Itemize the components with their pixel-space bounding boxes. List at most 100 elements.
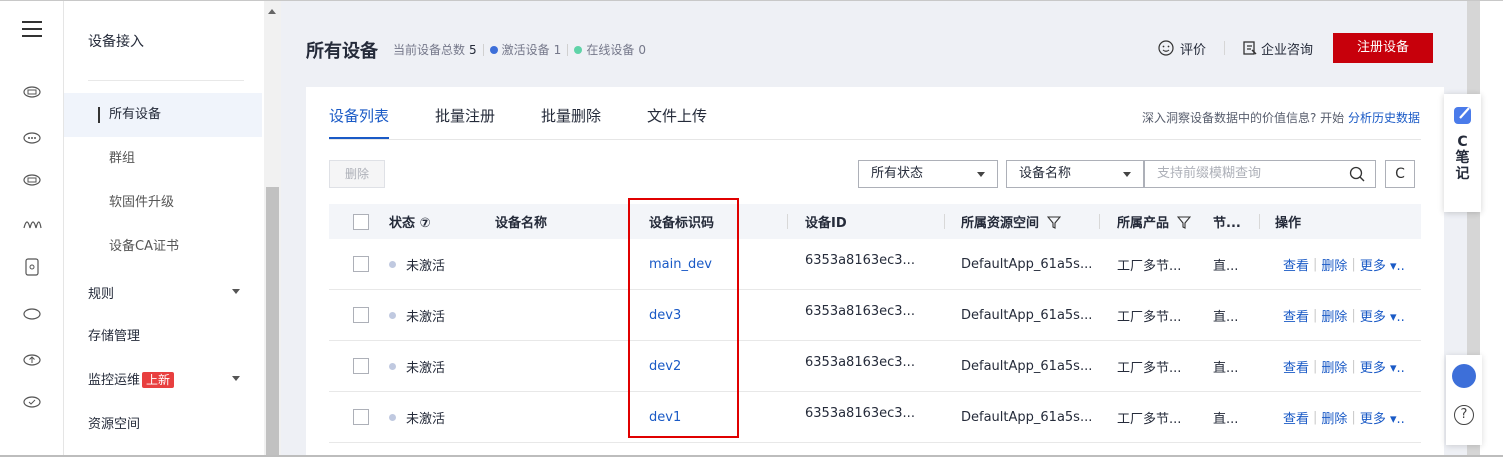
device-code-link[interactable]: main_dev	[649, 239, 712, 289]
online-dot-icon	[574, 45, 583, 54]
note-icon	[1453, 107, 1471, 124]
divider	[482, 43, 484, 56]
feedback-button[interactable]: 评价	[1158, 39, 1206, 58]
divider	[1259, 214, 1260, 229]
chevron-down-icon[interactable]	[232, 289, 240, 294]
chevron-down-icon[interactable]	[232, 376, 240, 381]
divider	[1099, 214, 1100, 229]
search-placeholder: 支持前缀模糊查询	[1157, 166, 1262, 181]
product-cell: 工厂多节...	[1117, 411, 1182, 427]
device-code-link[interactable]: dev1	[649, 392, 681, 442]
nav-item-ca-cert[interactable]: 设备CA证书	[64, 225, 262, 269]
select-all-checkbox[interactable]	[353, 213, 369, 230]
mobile-icon[interactable]	[22, 257, 42, 277]
divider	[567, 43, 569, 56]
tab-device-list[interactable]: 设备列表	[329, 105, 390, 139]
circle-icon[interactable]	[22, 303, 42, 323]
row-checkbox[interactable]	[353, 358, 369, 374]
sidebar-scrollbar[interactable]	[264, 1, 281, 455]
consult-icon	[1243, 41, 1257, 55]
menu-icon[interactable]	[22, 21, 42, 37]
waves-icon[interactable]	[22, 213, 42, 233]
nav-item-firmware[interactable]: 软固件升级	[64, 181, 262, 225]
status-text: 未激活	[406, 411, 446, 427]
tab-file-upload[interactable]: 文件上传	[647, 105, 707, 139]
node-cell: 直...	[1213, 258, 1239, 274]
scroll-up-icon[interactable]	[268, 9, 276, 14]
note-c: C	[1457, 134, 1468, 150]
nav-item-groups[interactable]: 群组	[64, 137, 262, 181]
device-id-cell: 6353a8163ec3...	[805, 405, 915, 421]
history-analysis-link[interactable]: 分析历史数据	[1348, 111, 1420, 125]
row-checkbox[interactable]	[353, 307, 369, 323]
row-checkbox[interactable]	[353, 256, 369, 272]
product-cell: 工厂多节...	[1117, 309, 1182, 325]
row-checkbox[interactable]	[353, 409, 369, 425]
more-link[interactable]: 更多 ▾..	[1360, 306, 1405, 325]
field-select[interactable]: 设备名称	[1006, 160, 1144, 188]
tab-underline	[329, 139, 1421, 140]
device-code-link[interactable]: dev3	[649, 290, 681, 340]
caret-down-icon	[1123, 172, 1131, 177]
consult-button[interactable]: 企业咨询	[1243, 39, 1313, 58]
more-link[interactable]: 更多 ▾..	[1360, 408, 1405, 427]
status-cell: 未激活	[389, 392, 445, 442]
search-icon[interactable]	[1349, 166, 1365, 182]
delete-button[interactable]: 删除	[329, 160, 385, 188]
cloud-up-icon[interactable]	[22, 349, 42, 369]
resource-space-cell: DefaultApp_61a5s...	[961, 409, 1093, 425]
icon-rail	[0, 1, 64, 455]
cloud-check-icon[interactable]	[22, 391, 42, 411]
register-device-button[interactable]: 注册设备	[1332, 33, 1433, 63]
smile-icon	[1158, 40, 1174, 56]
tab-batch-delete[interactable]: 批量删除	[541, 105, 601, 139]
total-value: 5	[469, 42, 477, 57]
refresh-button[interactable]: C	[1385, 160, 1415, 188]
note-t2: 记	[1455, 166, 1470, 182]
online-value: 0	[638, 42, 646, 57]
scrollbar-thumb[interactable]	[266, 187, 279, 455]
search-input[interactable]: 支持前缀模糊查询	[1144, 160, 1376, 188]
consult-label: 企业咨询	[1260, 42, 1313, 58]
nav-item-storage[interactable]: 存储管理	[88, 325, 140, 344]
insight-text: 深入洞察设备数据中的价值信息? 开始	[1141, 111, 1345, 125]
device-code-link[interactable]: dev2	[649, 341, 681, 391]
view-link[interactable]: 查看	[1283, 255, 1309, 274]
node-cell: 直...	[1213, 411, 1239, 427]
tab-batch-register[interactable]: 批量注册	[435, 105, 495, 139]
view-link[interactable]: 查看	[1283, 357, 1309, 376]
nav-item-monitor[interactable]: 监控运维 上新	[88, 369, 175, 388]
headset-icon[interactable]	[1452, 364, 1476, 388]
delete-link[interactable]: 删除	[1321, 255, 1347, 274]
table-row: 未激活 dev2 6353a8163ec3... DefaultApp_61a5…	[329, 341, 1421, 392]
nav-item-rules[interactable]: 规则	[88, 283, 114, 302]
online-label: 在线设备	[586, 43, 635, 57]
notes-float-button[interactable]: C 笔 记	[1444, 94, 1481, 212]
status-select[interactable]: 所有状态	[858, 160, 998, 188]
view-link[interactable]: 查看	[1283, 408, 1309, 427]
cloud-dots-icon[interactable]	[22, 127, 42, 147]
help-icon[interactable]: ?	[1454, 405, 1474, 425]
device-card: 设备列表 批量注册 批量删除 文件上传 深入洞察设备数据中的价值信息? 开始 分…	[306, 87, 1444, 455]
resource-space-cell: DefaultApp_61a5s...	[961, 307, 1093, 323]
nav-sidebar: 设备接入 所有设备 群组 软固件升级 设备CA证书 规则 存储管理 监控运维 上新…	[64, 1, 264, 455]
delete-link[interactable]: 删除	[1321, 306, 1347, 325]
filter-icon[interactable]	[1177, 215, 1192, 229]
storage-icon[interactable]	[22, 169, 42, 189]
view-link[interactable]: 查看	[1283, 306, 1309, 325]
col-code: 设备标识码	[649, 216, 715, 231]
more-link[interactable]: 更多 ▾..	[1360, 255, 1405, 274]
nav-group-title[interactable]: 设备接入	[88, 31, 144, 51]
cloud-icon[interactable]	[22, 81, 42, 101]
table-row: 未激活 main_dev 6353a8163ec3... DefaultApp_…	[329, 239, 1421, 290]
status-dot-icon	[389, 413, 396, 421]
delete-link[interactable]: 删除	[1321, 357, 1347, 376]
delete-link[interactable]: 删除	[1321, 408, 1347, 427]
more-link[interactable]: 更多 ▾..	[1360, 357, 1405, 376]
nav-item-resource-space[interactable]: 资源空间	[88, 413, 140, 432]
filter-icon[interactable]	[1047, 215, 1062, 229]
status-text: 未激活	[406, 360, 446, 376]
status-cell: 未激活	[389, 239, 445, 289]
nav-item-all-devices[interactable]: 所有设备	[64, 93, 262, 137]
device-id-cell: 6353a8163ec3...	[805, 303, 915, 319]
